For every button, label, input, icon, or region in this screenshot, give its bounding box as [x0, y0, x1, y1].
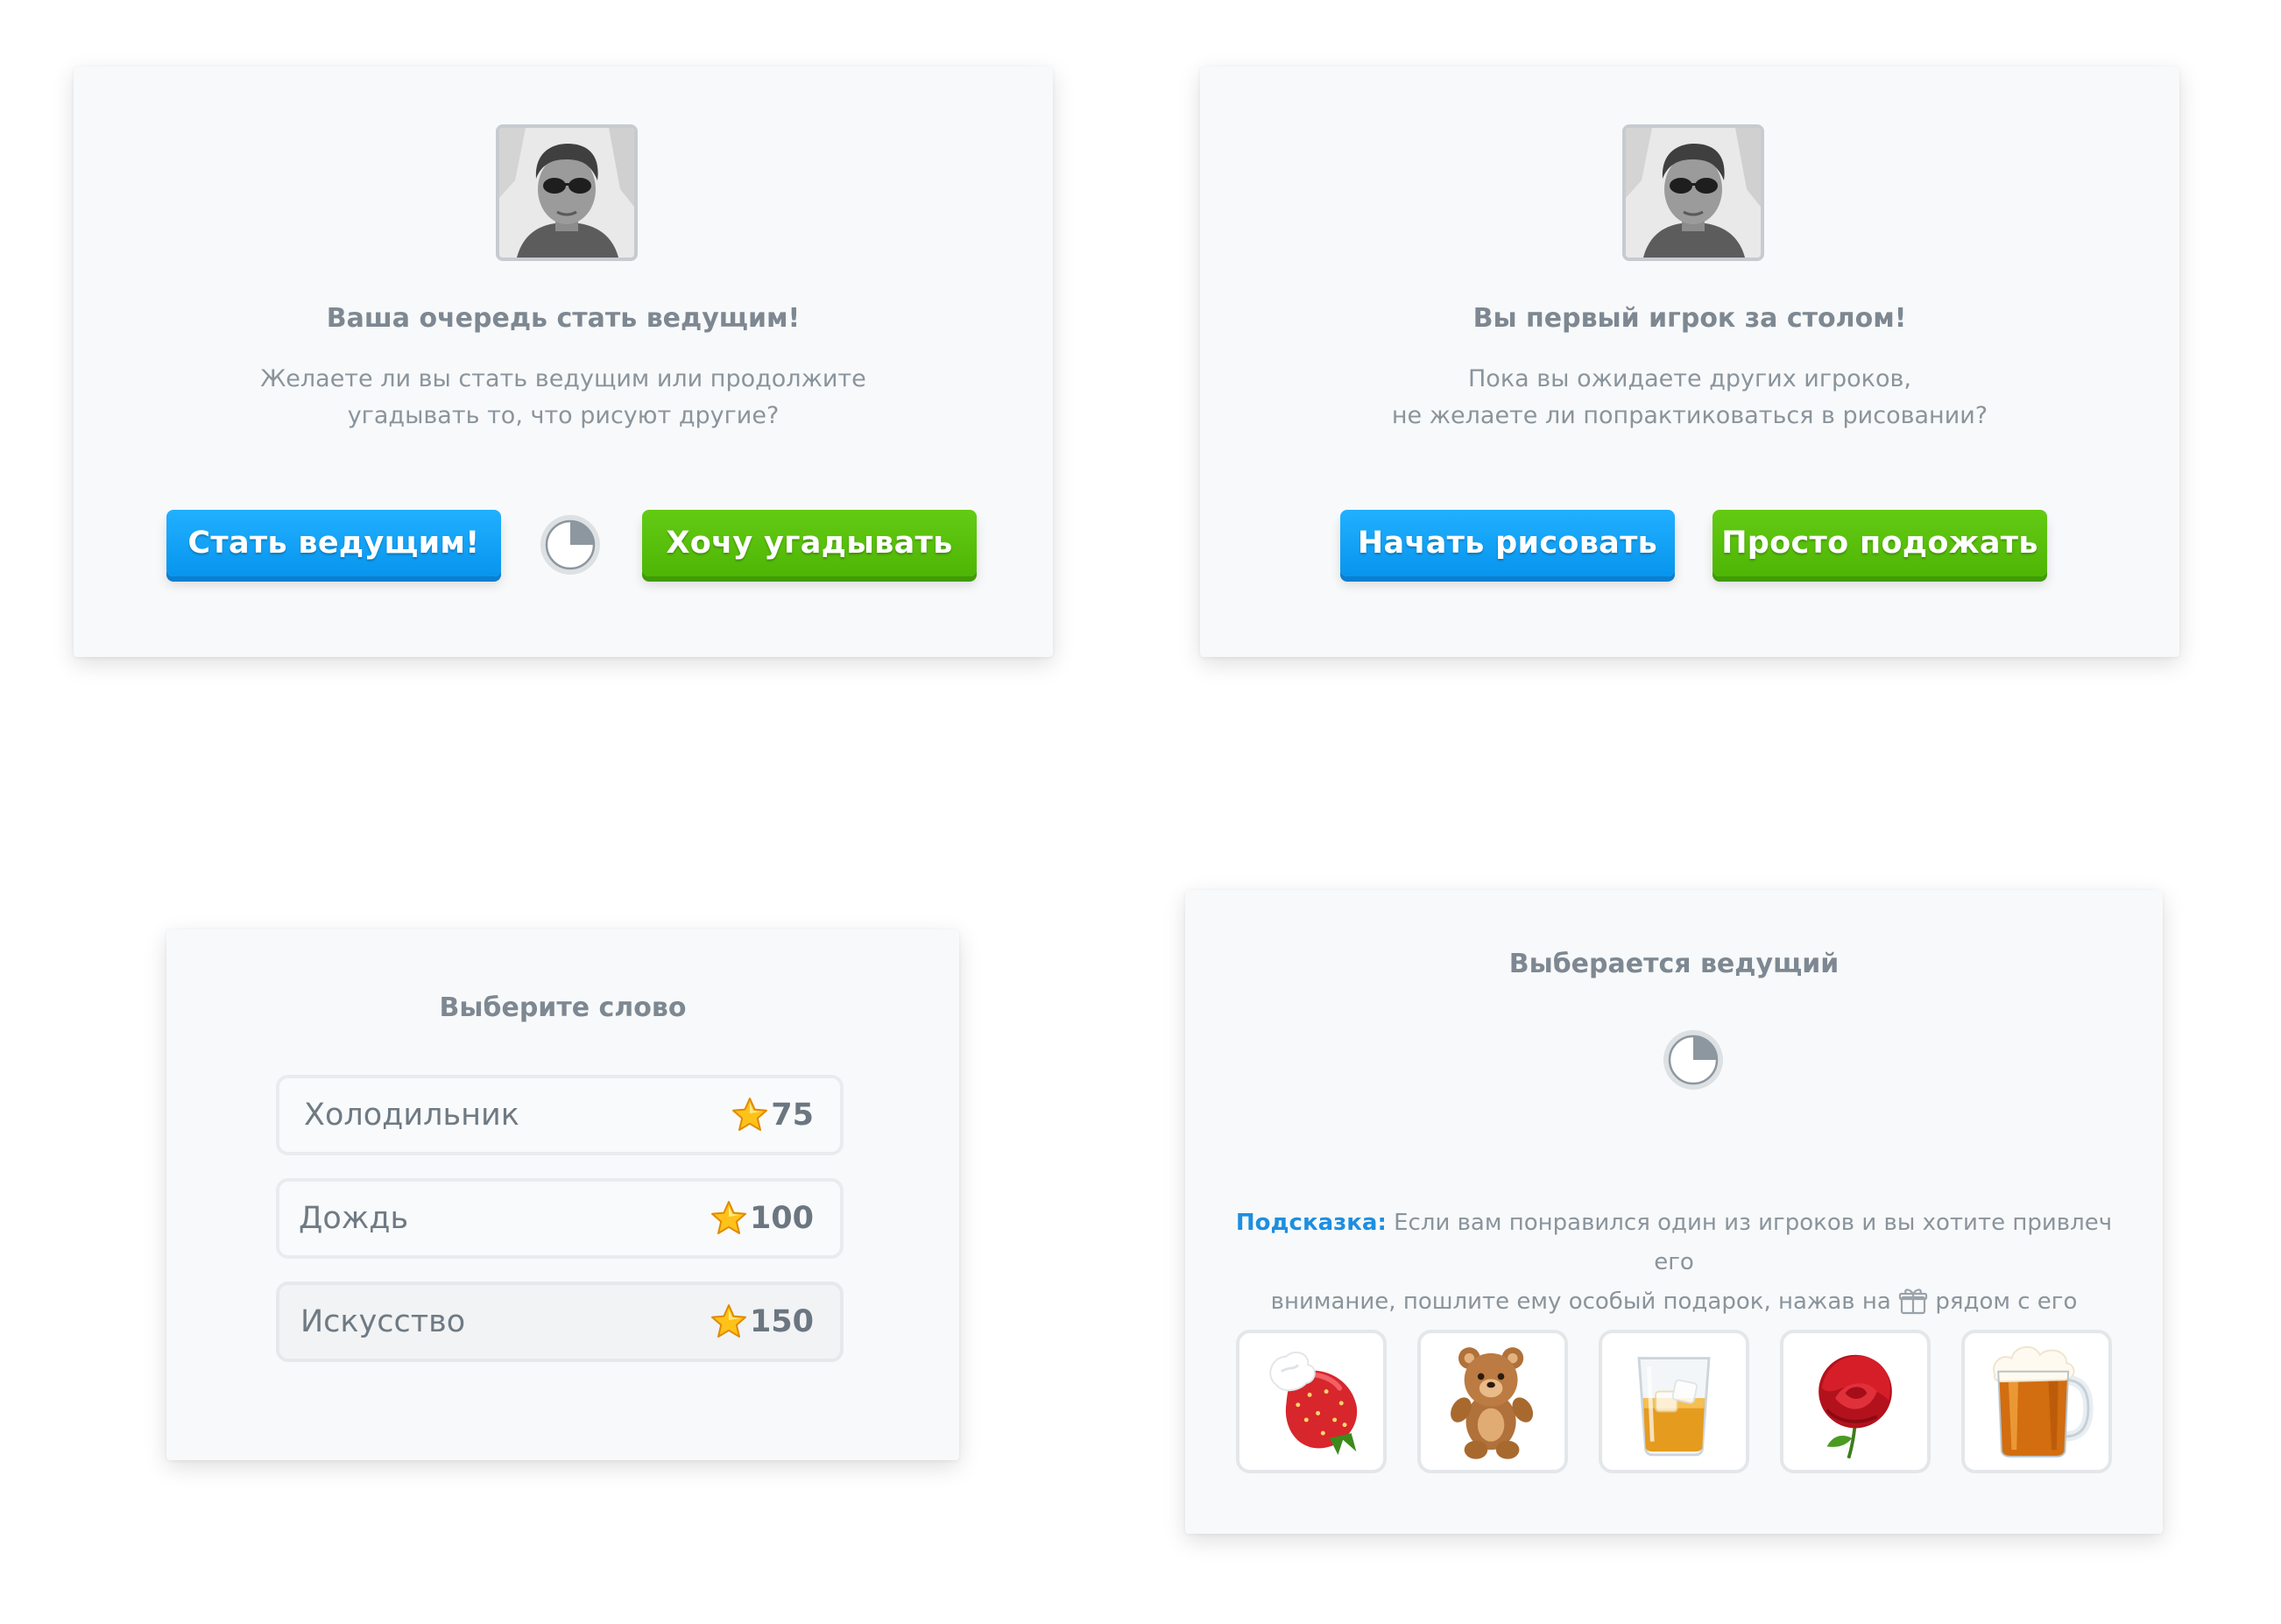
- choose-word-dialog: Выберите слово Холодильник 75 Дождь 100 …: [166, 929, 959, 1460]
- hint-line: Подсказка: Если вам понравился один из и…: [1220, 1204, 2128, 1282]
- red-rose-icon: [1818, 1354, 1892, 1459]
- description-line: Пока вы ожидаете других игроков,: [1468, 365, 1911, 392]
- just-wait-button[interactable]: Просто подожать: [1713, 510, 2047, 576]
- word-option[interactable]: Искусство 150: [276, 1282, 844, 1362]
- hint-label: Подсказка:: [1235, 1210, 1387, 1236]
- choosing-host-dialog: Выберается ведущий Подсказка: Если вам п…: [1185, 890, 2163, 1534]
- whiskey-glass-icon: [1637, 1357, 1711, 1457]
- turn-dialog: Ваша очередь стать ведущим! Желаете ли в…: [74, 67, 1053, 657]
- start-drawing-button[interactable]: Начать рисовать: [1340, 510, 1675, 576]
- dialog-title: Ваша очередь стать ведущим!: [326, 303, 801, 334]
- word-option[interactable]: Холодильник 75: [276, 1075, 844, 1155]
- become-host-button[interactable]: Стать ведущим!: [166, 510, 501, 576]
- user-photo-icon: [1626, 128, 1761, 258]
- timer-icon: [539, 513, 602, 576]
- word-label: Искусство: [300, 1304, 466, 1339]
- user-photo-icon: [499, 128, 634, 258]
- dialog-title: Вы первый игрок за столом!: [1472, 303, 1907, 334]
- dialog-description: Пока вы ожидаете других игроков, не жела…: [1200, 361, 2179, 434]
- star-icon: [710, 1199, 748, 1238]
- player-avatar: [1622, 124, 1764, 261]
- word-label: Холодильник: [304, 1098, 519, 1133]
- word-points: 75: [731, 1078, 814, 1152]
- points-value: 75: [771, 1098, 814, 1133]
- word-points: 150: [710, 1285, 814, 1359]
- strawberry-gift-button[interactable]: [1236, 1330, 1387, 1473]
- whiskey-gift-button[interactable]: [1599, 1330, 1749, 1473]
- dialog-title: Выберается ведущий: [1508, 949, 1840, 979]
- gift-icon: [1898, 1286, 1928, 1316]
- word-points: 100: [710, 1182, 814, 1255]
- hint-body: внимание, пошлите ему особый подарок, на…: [1270, 1289, 1891, 1315]
- keep-guessing-button[interactable]: Хочу угадывать: [642, 510, 977, 576]
- star-icon: [710, 1303, 748, 1341]
- countdown-timer: [1662, 1028, 1725, 1091]
- hint-body: Если вам понравился один из игроков и вы…: [1394, 1210, 2113, 1275]
- beer-mug-icon: [1993, 1345, 2094, 1458]
- teddy-bear-icon: [1451, 1347, 1534, 1459]
- points-value: 150: [749, 1304, 814, 1339]
- dialog-description: Желаете ли вы стать ведущим или продолжи…: [74, 361, 1053, 434]
- word-option[interactable]: Дождь 100: [276, 1178, 844, 1259]
- player-avatar: [496, 124, 638, 261]
- description-line: не желаете ли попрактиковаться в рисован…: [1391, 402, 1988, 429]
- countdown-timer: [539, 513, 602, 576]
- description-line: Желаете ли вы стать ведущим или продолжи…: [260, 365, 866, 392]
- beer-gift-button[interactable]: [1961, 1330, 2112, 1473]
- rose-gift-button[interactable]: [1780, 1330, 1931, 1473]
- dialog-title: Выберите слово: [439, 992, 687, 1023]
- star-icon: [731, 1096, 769, 1134]
- description-line: угадывать то, что рисуют другие?: [347, 402, 780, 429]
- first-player-dialog: Вы первый игрок за столом! Пока вы ожида…: [1200, 67, 2179, 657]
- teddy-bear-gift-button[interactable]: [1417, 1330, 1568, 1473]
- points-value: 100: [749, 1201, 814, 1236]
- strawberry-icon: [1269, 1352, 1358, 1455]
- timer-icon: [1662, 1028, 1725, 1091]
- word-label: Дождь: [299, 1201, 409, 1236]
